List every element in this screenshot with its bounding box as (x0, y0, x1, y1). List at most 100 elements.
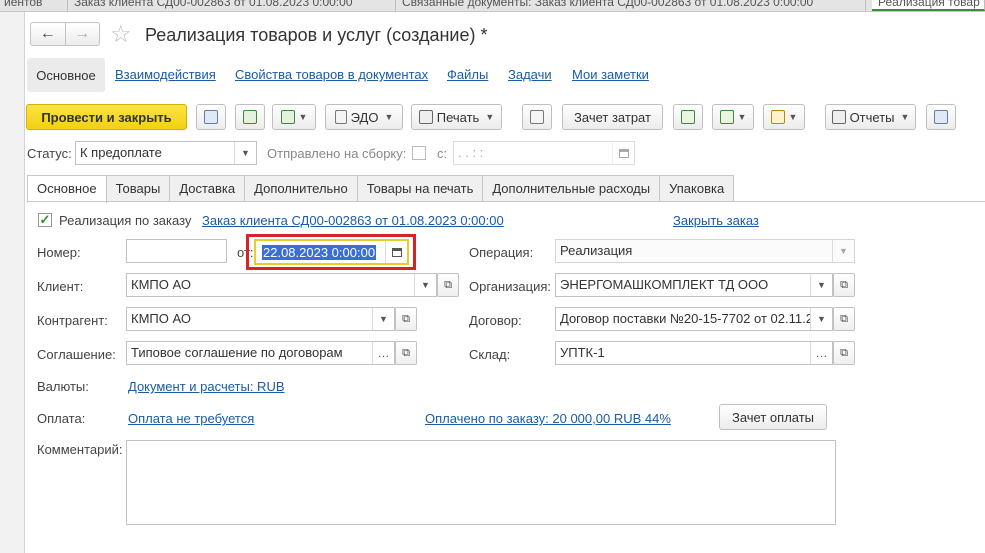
contract-open-button[interactable]: ⧉ (833, 307, 855, 331)
tab-packaging[interactable]: Упаковка (659, 175, 735, 202)
ellipsis-icon[interactable]: … (372, 342, 394, 364)
chevron-down-icon[interactable]: ▼ (832, 240, 854, 262)
agreement-select[interactable]: Типовое соглашение по договорам… (126, 341, 395, 365)
section-interactions[interactable]: Взаимодействия (115, 67, 216, 82)
edit-button[interactable] (673, 104, 703, 130)
section-files[interactable]: Файлы (447, 67, 488, 82)
document-tab-strip: иентов Заказ клиента СД00-002863 от 01.0… (0, 0, 985, 12)
tab-print-goods[interactable]: Товары на печать (356, 175, 484, 202)
pencil-icon (681, 110, 695, 124)
favorite-star-icon[interactable]: ☆ (110, 20, 132, 49)
document-list-icon (530, 110, 544, 124)
calendar-icon[interactable] (612, 142, 634, 164)
section-product-properties[interactable]: Свойства товаров в документах (235, 67, 428, 82)
since-label: с: (437, 146, 448, 161)
counterparty-open-button[interactable]: ⧉ (395, 307, 417, 331)
create-based-icon (280, 110, 295, 124)
ellipsis-icon[interactable]: … (810, 342, 832, 364)
forward-icon[interactable]: → (64, 23, 100, 45)
contract-label: Договор: (469, 313, 522, 328)
payment-label: Оплата: (37, 411, 86, 426)
edo-icon (334, 110, 347, 124)
post-button[interactable] (235, 104, 265, 130)
comment-textarea[interactable] (126, 440, 836, 525)
date-input[interactable]: 22.08.2023 0:00:00 (254, 239, 409, 265)
chevron-down-icon[interactable]: ▼ (414, 274, 436, 296)
client-open-button[interactable]: ⧉ (437, 273, 459, 297)
sent-to-assembly-label: Отправлено на сборку: (267, 146, 407, 161)
number-input[interactable] (126, 239, 227, 263)
attachments-button[interactable]: ▼ (763, 104, 805, 130)
post-and-close-button[interactable]: Провести и закрыть (26, 104, 187, 130)
payment-offset-button[interactable]: Зачет оплаты (719, 404, 827, 430)
paid-by-order-link[interactable]: Оплачено по заказу: 20 000,00 RUB 44% (425, 411, 671, 426)
warehouse-select[interactable]: УПТК-1… (555, 341, 833, 365)
section-my-notes[interactable]: Мои заметки (572, 67, 649, 82)
currency-label: Валюты: (37, 379, 89, 394)
tab-delivery[interactable]: Доставка (169, 175, 246, 202)
section-tasks[interactable]: Задачи (508, 67, 552, 82)
document-tab[interactable]: Заказ клиента СД00-002863 от 01.08.2023 … (68, 0, 396, 11)
counterparty-label: Контрагент: (37, 313, 108, 328)
calendar-icon[interactable] (385, 241, 407, 263)
save-button[interactable] (196, 104, 226, 130)
organization-open-button[interactable]: ⧉ (833, 273, 855, 297)
payment-link[interactable]: Оплата не требуется (128, 411, 254, 426)
save-icon (204, 110, 218, 124)
document-tab[interactable]: Связанные документы: Заказ клиента СД00-… (396, 0, 866, 11)
tab-extra-costs[interactable]: Дополнительные расходы (482, 175, 661, 202)
agreement-label: Соглашение: (37, 347, 116, 362)
organization-select[interactable]: ЭНЕРГОМАШКОМПЛЕКТ ТД ООО ▼ (555, 273, 833, 297)
agreement-open-button[interactable]: ⧉ (395, 341, 417, 365)
comment-label: Комментарий: (37, 442, 123, 457)
reports-button[interactable]: Отчеты ▼ (825, 104, 916, 130)
client-label: Клиент: (37, 279, 84, 294)
printer-icon (418, 110, 433, 124)
settings-button[interactable] (926, 104, 956, 130)
number-label: Номер: (37, 245, 81, 260)
close-order-link[interactable]: Закрыть заказ (673, 213, 759, 228)
create-based-on-button[interactable]: ▼ (272, 104, 316, 130)
edo-button[interactable]: ЭДО ▼ (325, 104, 403, 130)
order-link[interactable]: Заказ клиента СД00-002863 от 01.08.2023 … (202, 213, 504, 228)
chevron-down-icon[interactable]: ▼ (810, 274, 832, 296)
status-select[interactable]: К предоплате ▼ (75, 141, 257, 165)
section-main[interactable]: Основное (27, 58, 105, 92)
reports-icon (831, 110, 846, 124)
print-button[interactable]: Печать ▼ (411, 104, 502, 130)
tab-additional[interactable]: Дополнительно (244, 175, 358, 202)
since-date-field[interactable]: . . : : (453, 141, 635, 165)
client-select[interactable]: КМПО АО ▼ (126, 273, 437, 297)
chevron-down-icon[interactable]: ▼ (234, 142, 256, 164)
form-tabs: Основное Товары Доставка Дополнительно Т… (27, 175, 735, 203)
cost-offset-button[interactable]: Зачет затрат (562, 104, 663, 130)
status-label: Статус: (27, 146, 72, 161)
form-settings-icon (934, 110, 948, 124)
currency-link[interactable]: Документ и расчеты: RUB (128, 379, 285, 394)
operation-select[interactable]: Реализация ▼ (555, 239, 855, 263)
structure-button[interactable] (522, 104, 552, 130)
left-panel (0, 12, 25, 553)
operation-label: Операция: (469, 245, 534, 260)
users-button[interactable]: ▼ (712, 104, 754, 130)
by-order-checkbox[interactable]: ✓ (38, 213, 52, 227)
back-icon[interactable]: ← (31, 23, 65, 45)
document-tab-active[interactable]: Реализация товар (872, 0, 985, 11)
contract-select[interactable]: Договор поставки №20-15-7702 от 02.11.2 ▼ (555, 307, 833, 331)
counterparty-select[interactable]: КМПО АО ▼ (126, 307, 395, 331)
attachment-icon (770, 110, 785, 124)
by-order-label: Реализация по заказу (59, 213, 192, 228)
page-title: Реализация товаров и услуг (создание) * (145, 25, 488, 45)
warehouse-open-button[interactable]: ⧉ (833, 341, 855, 365)
navigation-buttons: ← → (30, 22, 100, 46)
tab-divider (27, 201, 985, 202)
organization-label: Организация: (469, 279, 552, 294)
date-value: 22.08.2023 0:00:00 (262, 245, 377, 260)
tab-main[interactable]: Основное (27, 175, 107, 203)
tab-goods[interactable]: Товары (105, 175, 171, 202)
chevron-down-icon[interactable]: ▼ (372, 308, 394, 330)
post-icon (243, 110, 257, 124)
document-tab[interactable]: иентов (0, 0, 68, 11)
sent-to-assembly-checkbox[interactable] (412, 146, 426, 160)
chevron-down-icon[interactable]: ▼ (810, 308, 832, 330)
